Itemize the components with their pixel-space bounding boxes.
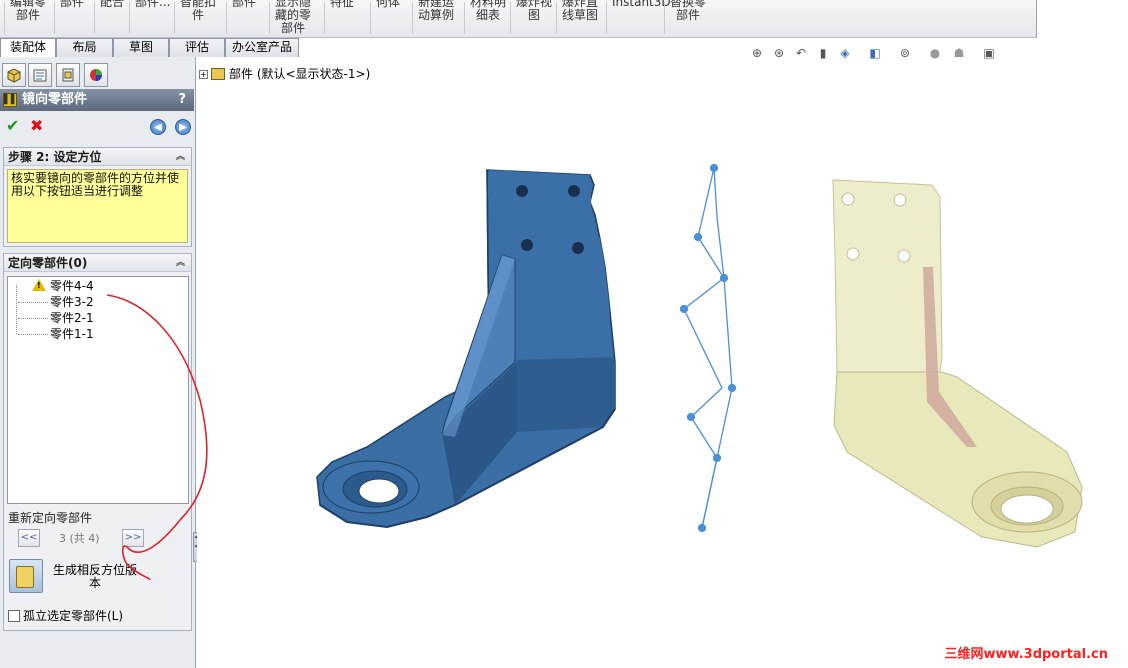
tab-assembly[interactable]: 装配体 <box>0 38 56 58</box>
checkbox-box[interactable] <box>8 610 20 622</box>
ribbon-button[interactable]: 配合 <box>100 0 124 32</box>
instruction-message: 核实要镜向的零部件的方位并使用以下按钮适当进行调整 <box>7 169 188 243</box>
ribbon-button[interactable]: 部件... <box>135 0 170 32</box>
configuration-manager-tab-icon[interactable] <box>56 63 80 87</box>
orient-components-header[interactable]: 定向零部件(0) ︽ <box>4 254 191 272</box>
ribbon-separator <box>324 2 325 34</box>
component-counter: 3 (共 4) <box>59 532 100 545</box>
ribbon-separator <box>269 2 270 34</box>
orient-components-group: 定向零部件(0) ︽ ! 零件4-4 零件3-2 零件2-1 零件1-1 重新定… <box>3 253 192 631</box>
ribbon-blank-area <box>1036 0 1128 38</box>
ribbon-separator <box>464 2 465 34</box>
ok-button[interactable]: ✔ <box>6 117 19 135</box>
ribbon-button[interactable]: 爆炸视 图 <box>516 0 552 32</box>
ribbon-button[interactable]: 特征 <box>330 0 354 32</box>
ok-cancel-row: ✔ ✖ ◀ ▶ <box>0 115 194 139</box>
ribbon-separator <box>412 2 413 34</box>
ribbon-separator <box>510 2 511 34</box>
ribbon-button[interactable]: Instant3D <box>612 0 671 32</box>
ribbon-separator <box>664 2 665 34</box>
ribbon-separator <box>174 2 175 34</box>
feature-manager-tab-icon[interactable] <box>2 63 26 87</box>
ribbon-separator <box>370 2 371 34</box>
opposite-hand-icon <box>16 566 34 588</box>
step-2-header[interactable]: 步骤 2: 设定方位 ︽ <box>4 148 191 166</box>
component-list[interactable]: ! 零件4-4 零件3-2 零件2-1 零件1-1 <box>7 276 189 504</box>
ribbon-separator <box>94 2 95 34</box>
list-item[interactable]: 零件1-1 <box>18 327 94 342</box>
ribbon-separator <box>4 2 5 34</box>
create-opposite-hand-button[interactable] <box>9 559 43 593</box>
mirror-components-icon: ▌▌ <box>3 93 18 107</box>
help-button[interactable]: ? <box>178 89 186 111</box>
ribbon-button[interactable]: 智能扣 件 <box>180 0 216 32</box>
tab-layout[interactable]: 布局 <box>56 38 113 57</box>
ribbon-button[interactable]: 新建运 动算例 <box>418 0 454 32</box>
ribbon-separator <box>226 2 227 34</box>
ribbon-separator <box>129 2 130 34</box>
property-manager-tab-icon[interactable] <box>28 63 52 87</box>
blue-bracket-part[interactable] <box>316 169 616 529</box>
model-scene[interactable] <box>197 57 1128 668</box>
manager-tabs <box>0 63 196 87</box>
tab-evaluate[interactable]: 评估 <box>169 38 225 57</box>
ribbon-separator <box>556 2 557 34</box>
ribbon-button[interactable]: 材料明 细表 <box>470 0 506 32</box>
property-manager-panel: ▌▌ 镜向零部件 ? ✔ ✖ ◀ ▶ 步骤 2: 设定方位 ︽ 核实要镜向的零部… <box>0 57 199 668</box>
reorient-label: 重新定向零部件 <box>8 511 93 525</box>
list-item[interactable]: 零件3-2 <box>18 295 94 310</box>
ribbon-separator <box>54 2 55 34</box>
ribbon-button[interactable]: 何体 <box>376 0 400 32</box>
ribbon-button[interactable]: 替换零 部件 <box>670 0 706 32</box>
mirrored-ghost-part[interactable] <box>832 179 1083 548</box>
command-tabs: 装配体 布局 草图 评估 办公室产品 <box>0 38 300 58</box>
display-manager-tab-icon[interactable] <box>84 63 108 87</box>
cancel-button[interactable]: ✖ <box>30 117 43 135</box>
ribbon-button[interactable]: 部件 <box>60 0 84 32</box>
command-manager-ribbon: 编辑零 部件 部件 配合 部件... 智能扣 件部件 显示隐 藏的零 部件 特征 何体 新建运 … <box>0 0 1128 38</box>
warning-mark: ! <box>37 281 41 290</box>
back-button[interactable]: ◀ <box>150 119 166 135</box>
collapse-icon[interactable]: ︽ <box>176 148 185 166</box>
create-opposite-hand-label: 生成相反方位版本 <box>52 563 137 590</box>
step-2-title: 步骤 2: 设定方位 <box>8 150 102 164</box>
next-component-button[interactable]: >> <box>122 529 144 547</box>
mirror-plane-sketch[interactable] <box>679 163 737 533</box>
watermark-text: 三维网www.3dportal.cn <box>944 647 1108 662</box>
tab-sketch[interactable]: 草图 <box>113 38 169 57</box>
orient-components-title: 定向零部件(0) <box>8 256 88 270</box>
next-button[interactable]: ▶ <box>175 119 191 135</box>
ribbon-button[interactable]: 显示隐 藏的零 部件 <box>275 0 311 35</box>
step-2-group: 步骤 2: 设定方位 ︽ 核实要镜向的零部件的方位并使用以下按钮适当进行调整 <box>3 147 192 247</box>
ribbon-button[interactable]: 编辑零 部件 <box>10 0 46 32</box>
previous-component-button[interactable]: << <box>18 529 40 547</box>
graphics-area[interactable]: + 部件 (默认<显示状态-1>) ⊕ ⊛ ↶ ▮ ◈ ◧ ⊚ ● ☗ ▣ 三维… <box>197 46 1128 668</box>
ribbon-button[interactable]: 部件 <box>232 0 256 32</box>
pm-title-text: 镜向零部件 <box>22 92 88 107</box>
collapse-icon[interactable]: ︽ <box>176 254 185 272</box>
isolate-label: 孤立选定零部件(L) <box>23 609 124 623</box>
ribbon-button[interactable]: 爆炸直 线草图 <box>562 0 598 32</box>
property-manager-title: ▌▌ 镜向零部件 ? <box>0 89 194 111</box>
tab-office-products[interactable]: 办公室产品 <box>225 38 299 57</box>
list-item[interactable]: 零件4-4 <box>50 279 94 294</box>
isolate-checkbox[interactable]: 孤立选定零部件(L) <box>8 607 123 624</box>
ribbon-separator <box>606 2 607 34</box>
list-item[interactable]: 零件2-1 <box>18 311 94 326</box>
